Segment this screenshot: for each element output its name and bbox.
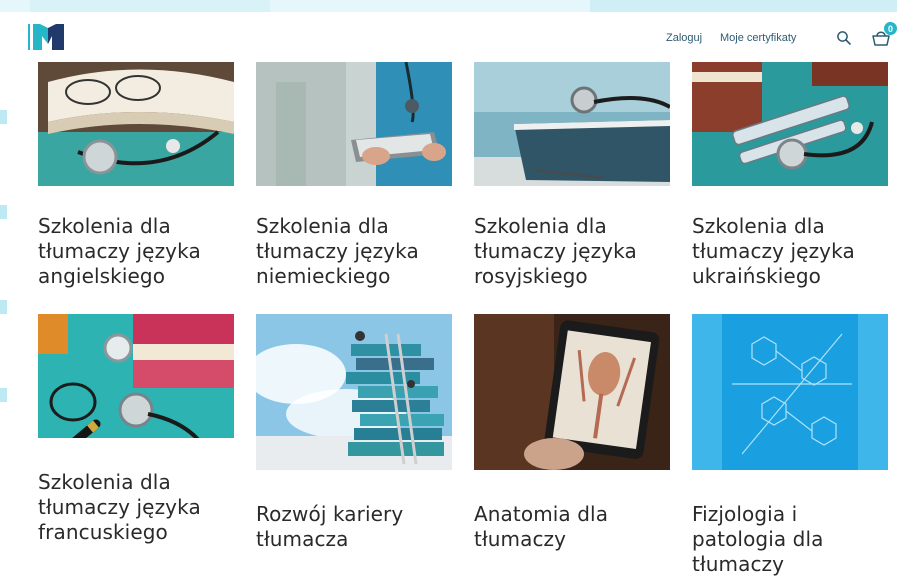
cart-button[interactable]: 0 [872, 22, 897, 46]
course-title: Rozwój kariery tłumacza [256, 502, 452, 552]
course-title-line: tłumacza [256, 527, 349, 551]
course-title-line: Szkolenia dla [256, 214, 389, 238]
course-title-line: Szkolenia dla [38, 214, 171, 238]
course-title: Szkolenia dla tłumaczy języka francuskie… [38, 470, 234, 545]
cart-count-badge: 0 [884, 22, 897, 35]
course-image [38, 62, 234, 186]
course-title: Anatomia dla tłumaczy [474, 502, 670, 552]
course-card-russian[interactable]: Szkolenia dla tłumaczy języka rosyjskieg… [474, 62, 670, 289]
stethoscope-book-image [38, 62, 234, 186]
anatomy-tablet-image [474, 314, 670, 470]
course-title-line: Szkolenia dla [692, 214, 825, 238]
course-title-line: tłumaczy [692, 552, 785, 576]
course-title-line: rosyjskiego [474, 264, 588, 288]
course-card-french[interactable]: Szkolenia dla tłumaczy języka francuskie… [38, 314, 234, 545]
course-title-line: francuskiego [38, 520, 168, 544]
course-title-line: niemieckiego [256, 264, 391, 288]
course-title-line: ukraińskiego [692, 264, 821, 288]
course-title: Fizjologia i patologia dla tłumaczy [692, 502, 888, 577]
course-title-line: tłumaczy języka [692, 239, 855, 263]
login-link[interactable]: Zaloguj [666, 32, 702, 44]
course-title-line: Fizjologia i [692, 502, 798, 526]
course-title-line: tłumaczy języka [38, 239, 201, 263]
edge-mark [0, 205, 7, 219]
course-title-line: angielskiego [38, 264, 166, 288]
course-card-physiology[interactable]: Fizjologia i patologia dla tłumaczy [692, 314, 888, 577]
course-title: Szkolenia dla tłumaczy języka angielskie… [38, 214, 234, 289]
course-image [692, 62, 888, 186]
course-title-line: tłumaczy języka [474, 239, 637, 263]
course-title-line: Anatomia dla [474, 502, 609, 526]
search-icon [837, 31, 851, 45]
course-card-ukrainian[interactable]: Szkolenia dla tłumaczy języka ukraińskie… [692, 62, 888, 289]
course-title-line: tłumaczy języka [38, 495, 201, 519]
course-title-line: Szkolenia dla [474, 214, 607, 238]
top-strip-block [30, 0, 270, 12]
top-strip-block [590, 0, 897, 12]
doctor-tablet-image [256, 62, 452, 186]
course-card-german[interactable]: Szkolenia dla tłumaczy języka niemieckie… [256, 62, 452, 289]
stethoscope-on-book-image [474, 62, 670, 186]
course-title: Szkolenia dla tłumaczy języka ukraińskie… [692, 214, 888, 289]
edge-mark [0, 388, 7, 402]
molecular-pattern-image [692, 314, 888, 470]
course-card-anatomy[interactable]: Anatomia dla tłumaczy [474, 314, 670, 552]
edge-mark [0, 300, 7, 314]
course-image [474, 314, 670, 470]
my-certificates-link[interactable]: Moje certyfikaty [720, 32, 796, 44]
syringes-stethoscope-image [692, 62, 888, 186]
logo-mark-icon [28, 24, 64, 50]
course-card-career[interactable]: Rozwój kariery tłumacza [256, 314, 452, 552]
course-title-line: Szkolenia dla [38, 470, 171, 494]
edge-mark [0, 110, 7, 124]
course-image [256, 62, 452, 186]
site-logo[interactable] [28, 20, 68, 54]
pen-stethoscope-books-image [38, 314, 234, 438]
course-title: Szkolenia dla tłumaczy języka rosyjskieg… [474, 214, 670, 289]
course-title-line: patologia dla [692, 527, 824, 551]
course-image [692, 314, 888, 470]
course-title-line: tłumaczy [474, 527, 567, 551]
course-image [474, 62, 670, 186]
course-image [38, 314, 234, 438]
course-card-english[interactable]: Szkolenia dla tłumaczy języka angielskie… [38, 62, 234, 289]
books-ladder-sky-image [256, 314, 452, 470]
site-header: Zaloguj Moje certyfikaty 0 [0, 12, 897, 62]
course-title: Szkolenia dla tłumaczy języka niemieckie… [256, 214, 452, 289]
top-strip [0, 0, 897, 12]
course-image [256, 314, 452, 470]
search-button[interactable] [836, 30, 852, 46]
course-title-line: tłumaczy języka [256, 239, 419, 263]
course-title-line: Rozwój kariery [256, 502, 404, 526]
